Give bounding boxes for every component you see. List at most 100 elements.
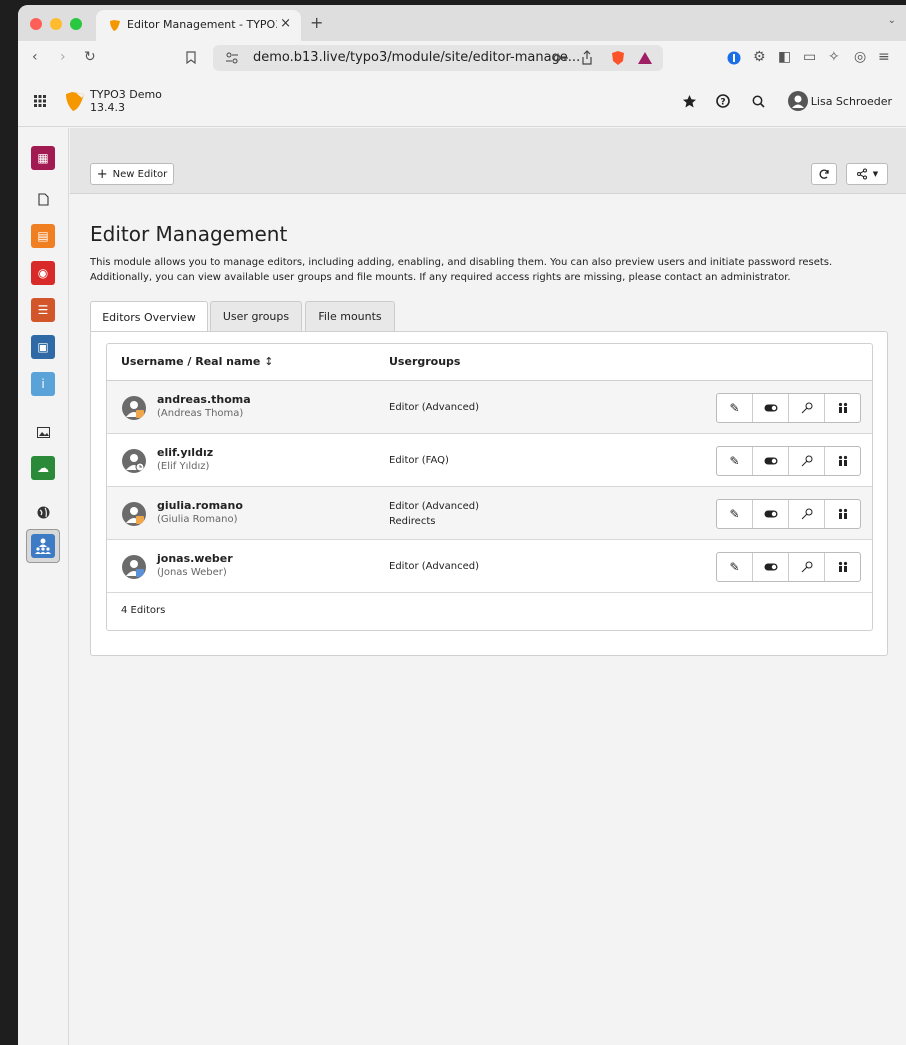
forward-icon[interactable]: ›	[60, 49, 66, 65]
filelist-module-icon[interactable]	[31, 420, 55, 444]
switch-user-icon[interactable]	[825, 553, 860, 581]
bookmark-icon[interactable]	[186, 51, 196, 64]
share-dropdown-button[interactable]: ▼	[846, 163, 888, 185]
row-actions: ✎	[716, 393, 861, 423]
tab-file-mounts[interactable]: File mounts	[305, 301, 395, 331]
edit-pencil-icon[interactable]: ✎	[717, 500, 753, 528]
site-settings-icon[interactable]	[225, 52, 239, 64]
toggle-disable-icon[interactable]	[753, 553, 789, 581]
usergroup-item: Redirects	[389, 516, 436, 527]
share-nodes-icon	[856, 168, 867, 180]
browser-window: Editor Management - TYPO3 Demo × + ⌄ ‹ ›…	[18, 5, 906, 1045]
url-text: demo.b13.live/typo3/module/site/editor-m…	[253, 50, 581, 65]
sort-icon[interactable]: ↕	[264, 355, 273, 368]
row-actions: ✎	[716, 446, 861, 476]
wallet-icon[interactable]: ▭	[803, 49, 816, 65]
realname: (Andreas Thoma)	[157, 408, 244, 419]
address-bar[interactable]: demo.b13.live/typo3/module/site/editor-m…	[213, 45, 663, 71]
plus-icon: +	[96, 166, 108, 182]
toggle-disable-icon[interactable]	[753, 394, 789, 422]
module-sidebar: ▦ ▤ ◉ ☰ ▣ i ☁	[18, 128, 69, 1045]
doc-header: + New Editor ▼	[70, 128, 906, 194]
editor-management-module-icon[interactable]	[31, 534, 55, 558]
user-name[interactable]: Lisa Schroeder	[811, 95, 892, 108]
switch-user-icon[interactable]	[825, 500, 860, 528]
realname: (Elif Yıldız)	[157, 461, 210, 472]
user-avatar-icon	[122, 555, 146, 579]
search-icon[interactable]	[752, 95, 765, 108]
reload-button[interactable]	[811, 163, 837, 185]
zoom-window-button[interactable]	[70, 18, 82, 30]
password-reset-key-icon[interactable]	[789, 500, 825, 528]
caret-down-icon: ▼	[872, 170, 879, 178]
module-content: + New Editor ▼ Editor Management This mo…	[70, 128, 906, 1045]
switch-user-icon[interactable]	[825, 447, 860, 475]
page-module-icon[interactable]	[31, 187, 55, 211]
module-menu-toggle-icon[interactable]	[34, 95, 46, 107]
close-tab-icon[interactable]: ×	[280, 16, 291, 31]
usergroups: Editor (Advanced) Redirects	[389, 499, 479, 529]
leo-ai-icon[interactable]: ✧	[828, 49, 840, 65]
brave-rewards-icon[interactable]	[637, 51, 653, 65]
info-module-icon[interactable]: i	[31, 372, 55, 396]
dashboard-module-icon[interactable]: ▦	[31, 146, 55, 170]
brave-shield-icon[interactable]	[611, 50, 625, 66]
column-username[interactable]: Username / Real name ↕	[121, 355, 273, 368]
page-description: This module allows you to manage editors…	[90, 257, 833, 283]
redirects-module-icon[interactable]: ☰	[31, 298, 55, 322]
sidebar-icon[interactable]: ◧	[778, 49, 791, 65]
svg-text:?: ?	[720, 98, 725, 108]
browser-toolbar: ‹ › ↻ demo.b13.live/typo3/module/site/ed…	[18, 41, 906, 75]
reload-icon[interactable]: ↻	[84, 49, 96, 65]
close-window-button[interactable]	[30, 18, 42, 30]
switch-user-icon[interactable]	[825, 394, 860, 422]
typo3-version: 13.4.3	[90, 101, 125, 114]
usergroup-item: Editor (Advanced)	[389, 561, 479, 572]
usergroup-item: Editor (FAQ)	[389, 455, 449, 466]
tab-user-groups[interactable]: User groups	[210, 301, 302, 331]
editors-panel: Username / Real name ↕ Usergroups andrea…	[90, 331, 888, 656]
news-module-icon[interactable]: ☁	[31, 456, 55, 480]
typo3-logo-icon[interactable]	[64, 90, 86, 112]
username: jonas.weber	[157, 552, 233, 565]
minimize-window-button[interactable]	[50, 18, 62, 30]
password-reset-key-icon[interactable]	[789, 447, 825, 475]
help-icon[interactable]: ?	[716, 94, 730, 108]
password-key-icon[interactable]	[553, 53, 569, 63]
back-icon[interactable]: ‹	[32, 49, 38, 65]
password-reset-key-icon[interactable]	[789, 553, 825, 581]
password-manager-icon[interactable]	[727, 51, 741, 65]
toggle-disable-icon[interactable]	[753, 500, 789, 528]
menu-icon[interactable]: ≡	[878, 49, 890, 65]
new-editor-button[interactable]: + New Editor	[90, 163, 174, 185]
site-name: TYPO3 Demo	[90, 88, 162, 101]
browser-tab-strip: Editor Management - TYPO3 Demo × + ⌄	[18, 5, 906, 41]
new-tab-button[interactable]: +	[310, 13, 323, 32]
sites-globe-icon[interactable]	[31, 500, 55, 524]
view-module-icon[interactable]: ◉	[31, 261, 55, 285]
usergroups: Editor (FAQ)	[389, 453, 449, 468]
page-title: Editor Management	[90, 222, 288, 246]
table-row: andreas.thoma (Andreas Thoma) Editor (Ad…	[107, 381, 872, 434]
edit-pencil-icon[interactable]: ✎	[717, 447, 753, 475]
refresh-icon	[819, 169, 829, 179]
tab-list-chevron-icon[interactable]: ⌄	[888, 15, 896, 26]
user-avatar-icon	[122, 449, 146, 473]
toggle-disable-icon[interactable]	[753, 447, 789, 475]
usergroup-item: Editor (Advanced)	[389, 402, 479, 413]
bookmarks-star-icon[interactable]	[682, 94, 697, 109]
realname: (Giulia Romano)	[157, 514, 238, 525]
tab-editors-overview[interactable]: Editors Overview	[90, 301, 208, 332]
share-icon[interactable]	[581, 50, 593, 65]
password-reset-key-icon[interactable]	[789, 394, 825, 422]
list-module-icon[interactable]: ▤	[31, 224, 55, 248]
edit-pencil-icon[interactable]: ✎	[717, 394, 753, 422]
user-avatar-icon[interactable]	[788, 91, 808, 111]
extensions-icon[interactable]: ⚙	[753, 49, 766, 65]
browser-tab-active[interactable]: Editor Management - TYPO3 Demo ×	[96, 10, 301, 41]
vpn-shield-icon[interactable]: ◎	[854, 49, 866, 65]
edit-pencil-icon[interactable]: ✎	[717, 553, 753, 581]
forms-module-icon[interactable]: ▣	[31, 335, 55, 359]
user-avatar-icon	[122, 396, 146, 420]
table-row: giulia.romano (Giulia Romano) Editor (Ad…	[107, 487, 872, 540]
